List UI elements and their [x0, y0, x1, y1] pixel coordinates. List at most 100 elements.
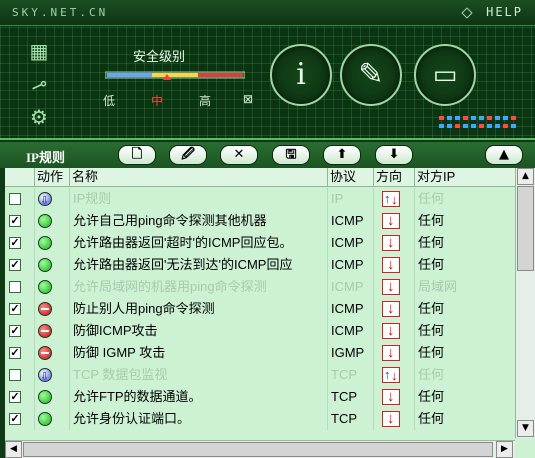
activity-light	[511, 116, 516, 120]
col-remote-ip[interactable]: 对方IP	[415, 168, 515, 187]
row-direction-cell	[374, 188, 415, 210]
activity-light	[463, 116, 468, 120]
row-check-cell: ✓	[5, 210, 35, 232]
rule-protocol: ICMP	[328, 276, 374, 298]
row-check-cell: ✓	[5, 298, 35, 320]
calculator-icon[interactable]: ▦	[22, 38, 56, 64]
row-action-cell	[35, 298, 70, 320]
rule-enabled-checkbox[interactable]	[9, 281, 21, 293]
table-row[interactable]: ✓ 防御 IGMP 攻击IGMP 任何	[5, 342, 515, 364]
rule-enabled-checkbox[interactable]	[9, 369, 21, 381]
firewall-window: SKY.NET.CN HELP ▦ ⊸ ⚙ 安全级别 低 中 高 ⊠ i ✎ ▭…	[0, 0, 535, 458]
rule-enabled-checkbox[interactable]: ✓	[9, 303, 21, 315]
ip-rules-list: 动作 名称 协议 方向 对方IP IP规则IP 任何 ✓ 允许自己用ping命令探测其…	[5, 168, 535, 458]
row-check-cell: ✓	[5, 342, 35, 364]
vertical-scrollbar[interactable]: ▲ ▼	[515, 168, 535, 438]
row-action-cell	[35, 210, 70, 232]
rule-enabled-checkbox[interactable]: ✓	[9, 215, 21, 227]
row-action-cell	[35, 342, 70, 364]
horizontal-scroll-thumb[interactable]	[23, 442, 493, 457]
col-name[interactable]: 名称	[70, 168, 328, 187]
table-row[interactable]: ✓ 允许自己用ping命令探测其他机器ICMP 任何	[5, 210, 515, 232]
level-high[interactable]: 高	[199, 92, 211, 109]
save-rule-button[interactable]: 🖫	[272, 145, 310, 165]
level-low[interactable]: 低	[103, 92, 115, 109]
activity-light	[439, 116, 444, 120]
rule-enabled-checkbox[interactable]: ✓	[9, 347, 21, 359]
row-check-cell: ✓	[5, 320, 35, 342]
security-level-slider[interactable]	[105, 70, 245, 80]
rule-enabled-checkbox[interactable]: ✓	[9, 413, 21, 425]
rule-remote-ip: 任何	[418, 367, 445, 382]
row-direction-cell	[374, 276, 415, 298]
direction-out-icon	[382, 210, 400, 232]
delete-rule-button[interactable]: ✕	[220, 145, 258, 165]
deny-action-icon	[38, 346, 52, 360]
table-row[interactable]: ✓ 防御ICMP攻击ICMP 任何	[5, 320, 515, 342]
vertical-scroll-thumb[interactable]	[517, 186, 534, 271]
col-protocol[interactable]: 协议	[328, 168, 374, 187]
rule-protocol: TCP	[328, 408, 374, 430]
scroll-left-icon[interactable]: ◀	[5, 441, 22, 458]
help-marker-icon	[461, 7, 473, 19]
move-down-button[interactable]: ⬇	[375, 145, 413, 165]
help-button[interactable]: HELP	[486, 5, 523, 19]
table-row[interactable]: TCP 数据包监视TCP 任何	[5, 364, 515, 386]
edit-rule-button[interactable]: 🖉	[169, 145, 207, 165]
rule-enabled-checkbox[interactable]: ✓	[9, 391, 21, 403]
move-up-button[interactable]: ⬆	[323, 145, 361, 165]
rule-protocol: TCP	[328, 386, 374, 408]
new-rule-button[interactable]: 🗋	[118, 145, 156, 165]
rule-name: TCP 数据包监视	[70, 364, 328, 386]
scroll-up-icon[interactable]: ▲	[517, 168, 534, 185]
rule-enabled-checkbox[interactable]	[9, 193, 21, 205]
table-row[interactable]: ✓ 允许身份认证端口。TCP 任何	[5, 408, 515, 430]
activity-light	[471, 116, 476, 120]
direction-out-icon	[382, 408, 400, 430]
table-row[interactable]: IP规则IP 任何	[5, 188, 515, 210]
row-direction-cell	[374, 210, 415, 232]
row-direction-cell	[374, 320, 415, 342]
col-check[interactable]	[5, 168, 35, 187]
scroll-down-icon[interactable]: ▼	[517, 420, 534, 437]
link-icon[interactable]: ⊸	[18, 66, 60, 104]
pencil-icon[interactable]: ✎	[340, 44, 402, 106]
col-action[interactable]: 动作	[35, 168, 70, 187]
col-direction[interactable]: 方向	[374, 168, 415, 187]
table-row[interactable]: ✓ 防止别人用ping命令探测ICMP 任何	[5, 298, 515, 320]
row-action-cell	[35, 276, 70, 298]
monitor-action-icon	[38, 190, 52, 210]
row-direction-cell	[374, 254, 415, 276]
gear-icon[interactable]: ⚙	[22, 104, 56, 130]
activity-light	[511, 124, 516, 128]
rule-remote-ip: 任何	[418, 411, 445, 426]
horizontal-scrollbar[interactable]: ◀ ▶	[5, 440, 515, 458]
rule-protocol: IP	[328, 188, 374, 210]
activity-light	[487, 116, 492, 120]
rule-name: 允许身份认证端口。	[70, 408, 328, 430]
monitor-action-icon	[38, 366, 52, 386]
rule-enabled-checkbox[interactable]: ✓	[9, 237, 21, 249]
rule-enabled-checkbox[interactable]: ✓	[9, 325, 21, 337]
rule-enabled-checkbox[interactable]: ✓	[9, 259, 21, 271]
row-check-cell: ✓	[5, 386, 35, 408]
info-icon[interactable]: i	[270, 44, 332, 106]
table-row[interactable]: ✓ 允许路由器返回'超时'的ICMP回应包。ICMP 任何	[5, 232, 515, 254]
scroll-right-icon[interactable]: ▶	[496, 441, 513, 458]
rule-protocol: ICMP	[328, 232, 374, 254]
rule-protocol: ICMP	[328, 210, 374, 232]
level-medium[interactable]: 中	[151, 92, 163, 109]
table-row[interactable]: ✓ 允许FTP的数据通道。TCP 任何	[5, 386, 515, 408]
activity-light	[503, 116, 508, 120]
rules-toolbar: IP规则 🗋 🖉 ✕ 🖫 ⬆ ⬇ ▲	[0, 142, 535, 168]
table-row[interactable]: 允许局域网的机器用ping命令探测ICMP 局域网	[5, 276, 515, 298]
row-action-cell	[35, 408, 70, 430]
rule-remote-ip: 任何	[418, 301, 445, 316]
collapse-button[interactable]: ▲	[485, 145, 523, 165]
table-row[interactable]: ✓ 允许路由器返回'无法到达'的ICMP回应ICMP 任何	[5, 254, 515, 276]
level-custom[interactable]: ⊠	[243, 92, 253, 106]
computer-icon[interactable]: ▭	[414, 44, 476, 106]
row-action-cell	[35, 386, 70, 408]
allow-action-icon	[38, 258, 52, 272]
allow-action-icon	[38, 412, 52, 426]
